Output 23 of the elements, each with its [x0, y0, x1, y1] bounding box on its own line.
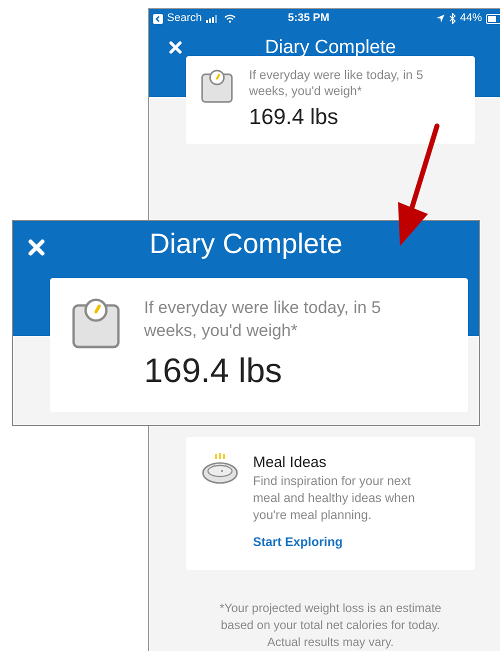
- start-exploring-link[interactable]: Start Exploring: [253, 533, 433, 552]
- back-label[interactable]: Search: [167, 10, 202, 27]
- meal-ideas-description: Find inspiration for your next meal and healthy ideas when you're meal planning.: [253, 473, 416, 524]
- projected-weight: 169.4 lbs: [249, 103, 340, 131]
- inset-title: Diary Complete: [150, 227, 342, 261]
- footnote: *Your projected weight loss is an estimate based on your total net calories for today. Actual results may vary.: [218, 600, 442, 651]
- status-time: 5:35 PM: [288, 11, 330, 26]
- bowl-icon: [201, 453, 239, 487]
- signal-icon: [206, 14, 220, 22]
- inset-caption: If everyday were like today, in 5 weeks, you'd weigh*: [144, 297, 382, 342]
- back-arrow-icon[interactable]: [153, 14, 163, 24]
- close-icon[interactable]: [169, 41, 182, 54]
- location-icon: [436, 14, 445, 23]
- projection-caption: If everyday were like today, in 5 weeks, you'd weigh*: [249, 67, 424, 99]
- scale-icon: [72, 296, 120, 350]
- meal-ideas-title: Meal Ideas: [253, 453, 328, 473]
- inset-weight: 169.4 lbs: [144, 351, 283, 392]
- wifi-icon: [224, 14, 236, 23]
- battery-percent: 44%: [460, 11, 482, 26]
- screen-title: Diary Complete: [265, 36, 396, 60]
- close-icon[interactable]: [28, 239, 45, 256]
- scale-icon: [201, 69, 233, 103]
- bluetooth-icon: [448, 13, 456, 24]
